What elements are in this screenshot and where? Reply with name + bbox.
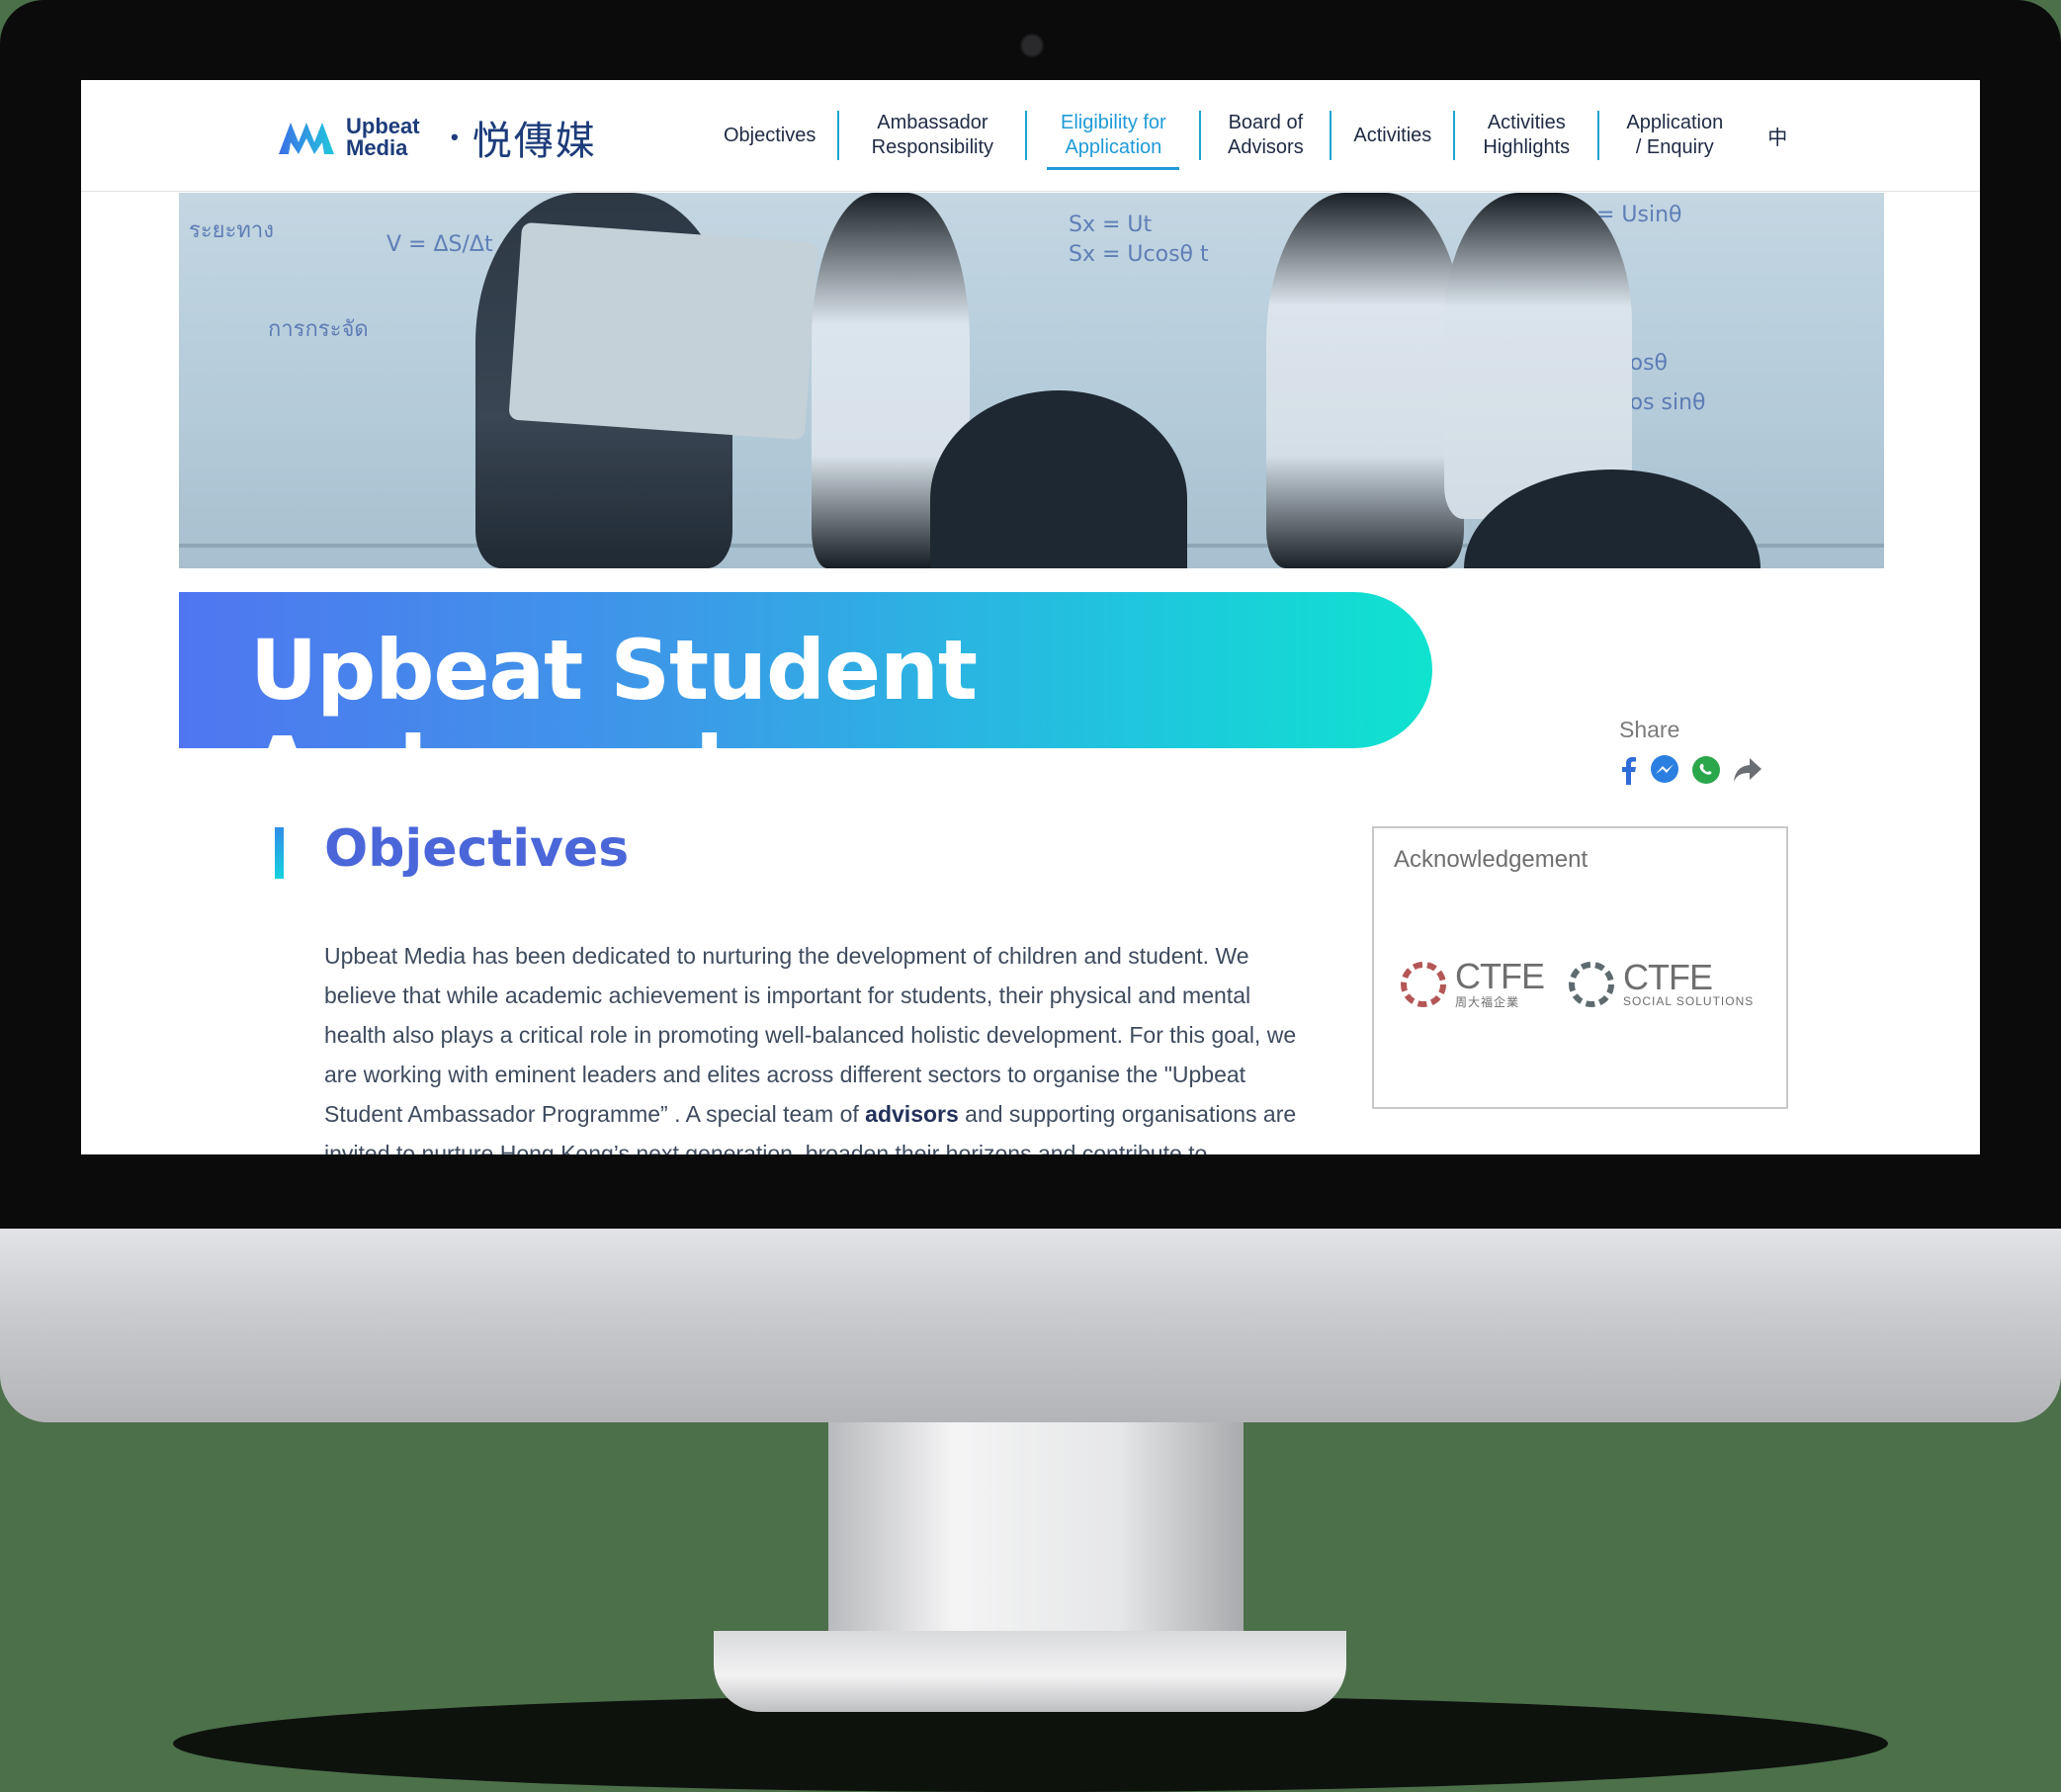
- browser-viewport: Upbeat Media • 悦傳媒 Objectives Ambassador…: [81, 80, 1980, 1154]
- facebook-icon[interactable]: [1617, 753, 1639, 787]
- acknowledgement-title: Acknowledgement: [1394, 846, 1589, 873]
- ctfe-name: CTFE: [1455, 955, 1545, 996]
- whatsapp-icon[interactable]: [1690, 753, 1722, 787]
- objectives-paragraph: Upbeat Media has been dedicated to nurtu…: [324, 936, 1313, 1154]
- nav-activities-highlights[interactable]: Activities Highlights: [1455, 111, 1600, 160]
- monitor-bezel: Upbeat Media • 悦傳媒 Objectives Ambassador…: [0, 0, 2061, 1229]
- messenger-icon[interactable]: [1649, 753, 1680, 787]
- sponsor-logos: CTFE 周大福企業 CTFE SOCIAL SOLUTIONS: [1398, 955, 1754, 1010]
- webcam: [1020, 34, 1044, 57]
- nav-board-of-advisors[interactable]: Board of Advisors: [1201, 111, 1332, 160]
- brand-name-en: Upbeat Media: [346, 114, 420, 160]
- ctfe-ring-icon: [1401, 962, 1446, 1007]
- brand-separator: •: [451, 125, 459, 149]
- nav-eligibility[interactable]: Eligibility for Application: [1027, 111, 1202, 170]
- nav-activities[interactable]: Activities: [1331, 111, 1456, 160]
- ctfe-social-ring-icon: [1569, 962, 1614, 1007]
- share-icons: [1617, 753, 1761, 787]
- hero-image: ระยะทาง การกระจัด V = ΔS/Δt Sx = Ut Sx =…: [179, 193, 1884, 568]
- advisors-link[interactable]: advisors: [865, 1101, 959, 1127]
- hero-title-banner: Upbeat Student Ambassador: [179, 592, 1432, 815]
- ctfe-social-logo[interactable]: CTFE SOCIAL SOLUTIONS: [1566, 959, 1754, 1010]
- section-accent-bar: [275, 827, 284, 879]
- monitor-stand-base: [714, 1631, 1346, 1712]
- objectives-heading: Objectives: [324, 819, 630, 879]
- main-nav: Objectives Ambassador Responsibility Eli…: [702, 110, 1787, 170]
- ctfe-social-name: CTFE: [1623, 957, 1713, 997]
- page-title: Upbeat Student Ambassador: [250, 622, 978, 815]
- monitor-stand-neck: [828, 1422, 1244, 1660]
- acknowledgement-box: Acknowledgement CTFE 周大福企業 CTFE SOCIAL S…: [1372, 826, 1788, 1109]
- site-header: Upbeat Media • 悦傳媒 Objectives Ambassador…: [81, 80, 1980, 192]
- objectives-text-1: Upbeat Media has been dedicated to nurtu…: [324, 943, 1297, 1127]
- ctfe-social-subtitle: SOCIAL SOLUTIONS: [1623, 994, 1755, 1008]
- nav-objectives[interactable]: Objectives: [702, 111, 840, 160]
- share-arrow-icon[interactable]: [1732, 753, 1763, 787]
- brand-logo[interactable]: Upbeat Media • 悦傳媒: [275, 114, 597, 164]
- share-panel: Share: [1617, 717, 1761, 787]
- language-toggle[interactable]: 中: [1767, 122, 1787, 150]
- nav-ambassador-responsibility[interactable]: Ambassador Responsibility: [839, 111, 1028, 160]
- upbeat-logo-icon: [279, 123, 334, 154]
- nav-application-enquiry[interactable]: Application / Enquiry: [1599, 111, 1750, 160]
- share-label: Share: [1619, 717, 1680, 742]
- ctfe-logo[interactable]: CTFE 周大福企業: [1398, 955, 1545, 1010]
- monitor-chin: [0, 1229, 2061, 1422]
- brand-name-zh: 悦傳媒: [472, 119, 597, 164]
